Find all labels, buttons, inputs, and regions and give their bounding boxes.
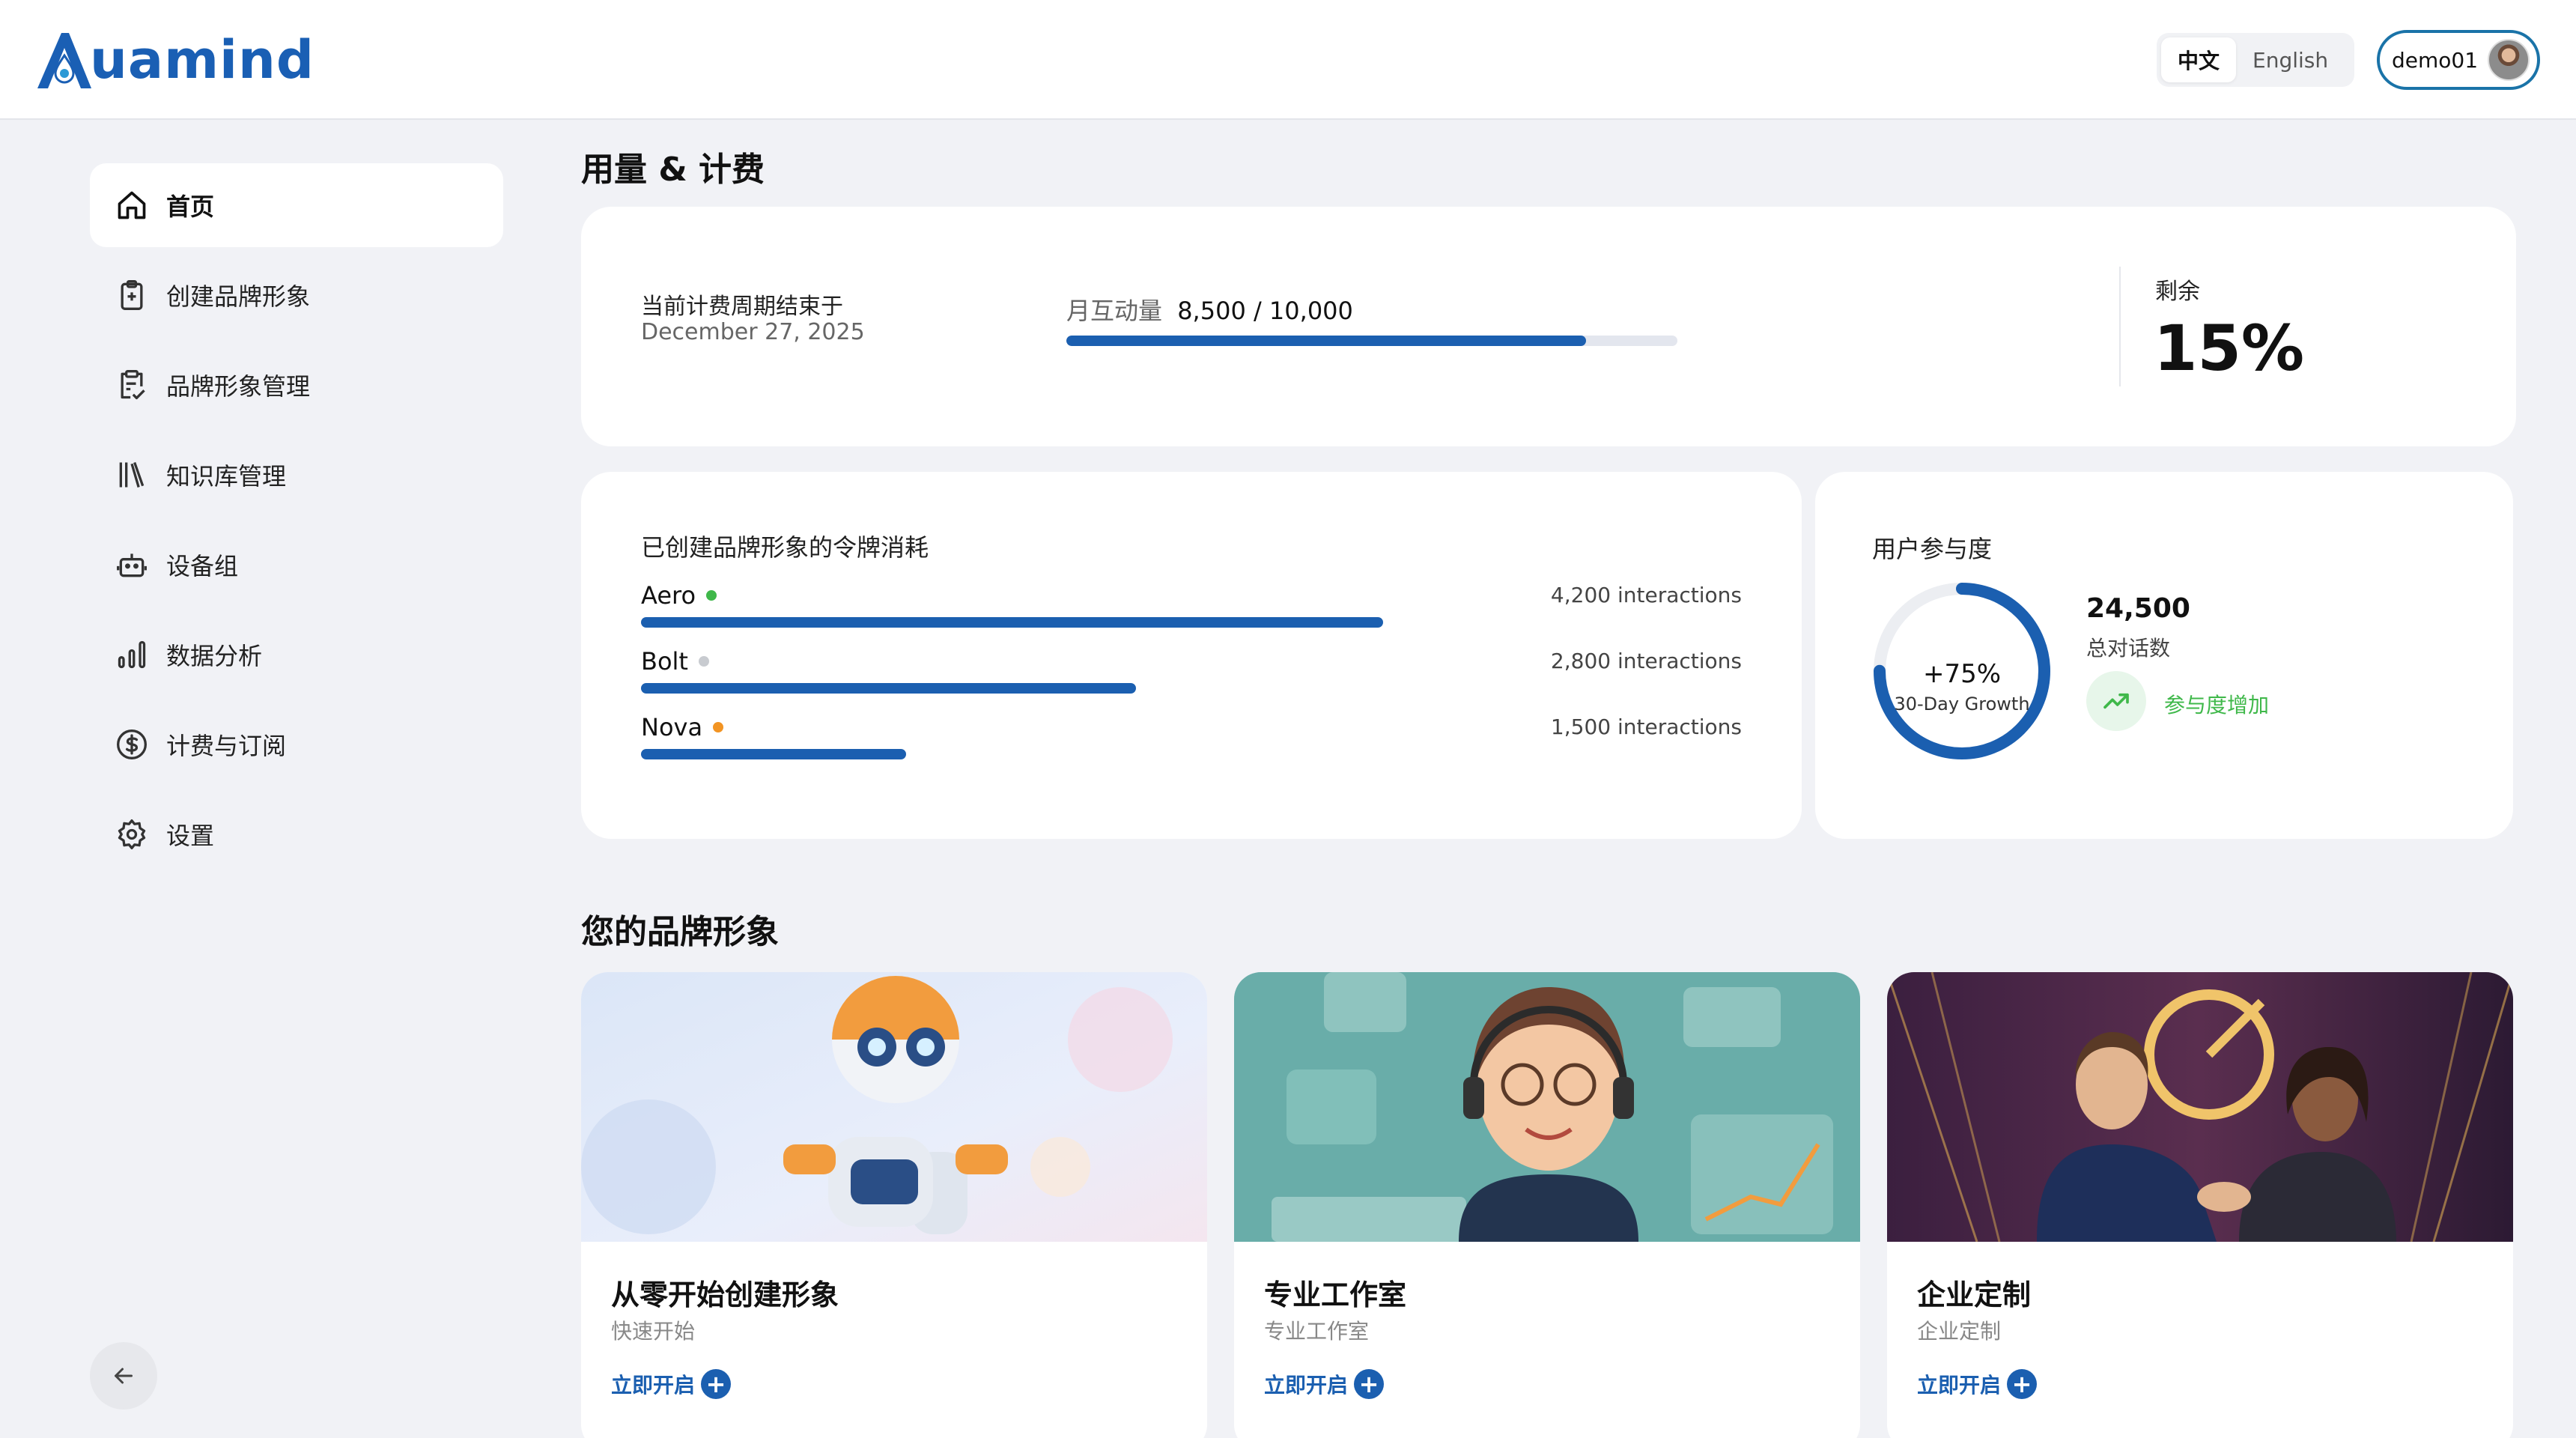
sidebar-item-label: 数据分析 bbox=[166, 642, 263, 670]
username: demo01 bbox=[2392, 47, 2479, 73]
logo-mark bbox=[37, 33, 91, 88]
start-now-button[interactable]: 立即开启 + bbox=[1917, 1369, 2038, 1399]
status-dot bbox=[698, 656, 709, 667]
total-conversations-value: 24,500 bbox=[2086, 593, 2190, 624]
monthly-interactions-value: 8,500 / 10,000 bbox=[1177, 297, 1353, 325]
usage-progress-fill bbox=[1066, 336, 1586, 346]
token-bar bbox=[641, 749, 906, 759]
token-row-name: Bolt bbox=[641, 647, 709, 676]
logo-text: uamind bbox=[90, 29, 315, 91]
lang-zh-button[interactable]: 中文 bbox=[2161, 37, 2237, 82]
bar-chart-icon bbox=[114, 637, 150, 673]
sidebar-item-label: 计费与订阅 bbox=[166, 732, 287, 760]
token-row-name: Nova bbox=[641, 713, 724, 741]
billing-cycle-date: December 27, 2025 bbox=[641, 319, 865, 345]
sidebar-item-settings[interactable]: 设置 bbox=[90, 792, 503, 876]
brand-name: Bolt bbox=[641, 647, 688, 676]
brand-card-scratch[interactable]: 从零开始创建形象 快速开始 立即开启 + bbox=[581, 972, 1207, 1438]
sidebar-item-label: 知识库管理 bbox=[166, 462, 287, 491]
remaining-value: 15% bbox=[2154, 312, 2305, 385]
sidebar-item-label: 设备组 bbox=[166, 552, 239, 580]
engagement-trend-text: 参与度增加 bbox=[2164, 693, 2270, 718]
brand-card-subtitle: 专业工作室 bbox=[1264, 1319, 1370, 1344]
robot-icon bbox=[114, 547, 150, 583]
sidebar-item-label: 首页 bbox=[166, 192, 215, 221]
engagement-title: 用户参与度 bbox=[1872, 535, 1993, 563]
total-conversations-label: 总对话数 bbox=[2086, 636, 2171, 661]
billing-cycle-card: 当前计费周期结束于 December 27, 2025 月互动量 8,500 /… bbox=[581, 207, 2516, 446]
remaining-label: 剩余 bbox=[2155, 279, 2200, 305]
plus-icon: + bbox=[701, 1369, 732, 1399]
library-icon bbox=[114, 457, 150, 493]
arrow-left-icon bbox=[115, 1368, 133, 1384]
language-switcher: 中文 English bbox=[2157, 33, 2354, 87]
start-now-button[interactable]: 立即开启 + bbox=[1264, 1369, 1385, 1399]
sidebar-item-label: 设置 bbox=[166, 822, 215, 850]
monthly-interactions-label: 月互动量 bbox=[1066, 297, 1163, 325]
dollar-circle-icon bbox=[114, 726, 150, 762]
brand-name: Aero bbox=[641, 581, 696, 610]
token-bar bbox=[641, 683, 1136, 694]
sidebar-item-knowledge[interactable]: 知识库管理 bbox=[90, 433, 503, 517]
token-consumption-title: 已创建品牌形象的令牌消耗 bbox=[641, 533, 929, 562]
plus-icon: + bbox=[2007, 1369, 2038, 1399]
brand-card-title: 企业定制 bbox=[1917, 1278, 2032, 1311]
engagement-card: 用户参与度 +75% 30-Day Growth 24,500 总对话数 参与度… bbox=[1815, 472, 2513, 839]
growth-label: 30-Day Growth bbox=[1894, 694, 2030, 715]
sidebar-item-billing[interactable]: 计费与订阅 bbox=[90, 703, 503, 786]
sidebar-collapse-button[interactable] bbox=[90, 1342, 157, 1410]
start-now-button[interactable]: 立即开启 + bbox=[611, 1369, 732, 1399]
sidebar-item-label: 品牌形象管理 bbox=[166, 372, 311, 401]
logo[interactable]: uamind bbox=[36, 27, 315, 93]
sidebar-item-create-brand[interactable]: 创建品牌形象 bbox=[90, 253, 503, 337]
token-count: 2,800 interactions bbox=[1550, 649, 1742, 673]
robot-illustration bbox=[581, 972, 1207, 1242]
token-bar bbox=[641, 617, 1383, 628]
brand-card-enterprise[interactable]: 企业定制 企业定制 立即开启 + bbox=[1887, 972, 2513, 1438]
token-row-nova: Nova 1,500 interactions bbox=[641, 713, 1742, 773]
clipboard-plus-icon bbox=[114, 277, 150, 313]
usage-progress-bar bbox=[1066, 336, 1677, 346]
home-icon bbox=[114, 187, 150, 223]
start-now-label: 立即开启 bbox=[611, 1373, 696, 1398]
token-count: 4,200 interactions bbox=[1550, 583, 1742, 607]
brand-card-title: 从零开始创建形象 bbox=[611, 1278, 839, 1311]
start-now-label: 立即开启 bbox=[1264, 1373, 1349, 1398]
sidebar-item-home[interactable]: 首页 bbox=[90, 163, 503, 247]
token-row-bolt: Bolt 2,800 interactions bbox=[641, 647, 1742, 707]
brand-card-title: 专业工作室 bbox=[1264, 1278, 1407, 1311]
growth-value: +75% bbox=[1922, 659, 2002, 689]
status-dot bbox=[713, 722, 724, 732]
token-consumption-card: 已创建品牌形象的令牌消耗 Aero 4,200 interactions Bol… bbox=[581, 472, 1802, 839]
brand-card-subtitle: 企业定制 bbox=[1917, 1319, 2002, 1344]
brand-name: Nova bbox=[641, 713, 703, 741]
status-dot bbox=[706, 590, 717, 601]
usage-section-title: 用量 & 计费 bbox=[581, 151, 765, 189]
billing-cycle-label: 当前计费周期结束于 bbox=[641, 294, 843, 320]
sidebar-item-analytics[interactable]: 数据分析 bbox=[90, 613, 503, 697]
token-count: 1,500 interactions bbox=[1550, 715, 1742, 739]
plus-icon: + bbox=[1354, 1369, 1385, 1399]
lang-en-button[interactable]: English bbox=[2236, 37, 2345, 82]
token-row-aero: Aero 4,200 interactions bbox=[641, 581, 1742, 641]
trending-up-icon bbox=[2086, 671, 2146, 731]
start-now-label: 立即开启 bbox=[1917, 1373, 2002, 1398]
user-menu-button[interactable]: demo01 bbox=[2377, 30, 2540, 90]
avatar bbox=[2488, 39, 2530, 81]
sidebar-item-devices[interactable]: 设备组 bbox=[90, 523, 503, 607]
top-header: uamind 中文 English demo01 bbox=[0, 0, 2576, 120]
gear-icon bbox=[114, 816, 150, 852]
sidebar-item-label: 创建品牌形象 bbox=[166, 282, 311, 311]
sidebar-item-brand-manage[interactable]: 品牌形象管理 bbox=[90, 343, 503, 427]
brand-card-subtitle: 快速开始 bbox=[611, 1319, 696, 1344]
sidebar-nav: 首页 创建品牌形象 品牌形象管理 知识库管理 设备组 数据分析 计费与订阅 设置 bbox=[90, 163, 503, 882]
clipboard-check-icon bbox=[114, 367, 150, 403]
brand-card-studio[interactable]: 专业工作室 专业工作室 立即开启 + bbox=[1234, 972, 1860, 1438]
brands-section-title: 您的品牌形象 bbox=[581, 913, 779, 951]
token-row-name: Aero bbox=[641, 581, 717, 610]
divider bbox=[2119, 267, 2121, 386]
monthly-interactions: 月互动量 8,500 / 10,000 bbox=[1066, 292, 1353, 327]
agent-illustration bbox=[1234, 972, 1860, 1242]
business-illustration bbox=[1887, 972, 2513, 1242]
